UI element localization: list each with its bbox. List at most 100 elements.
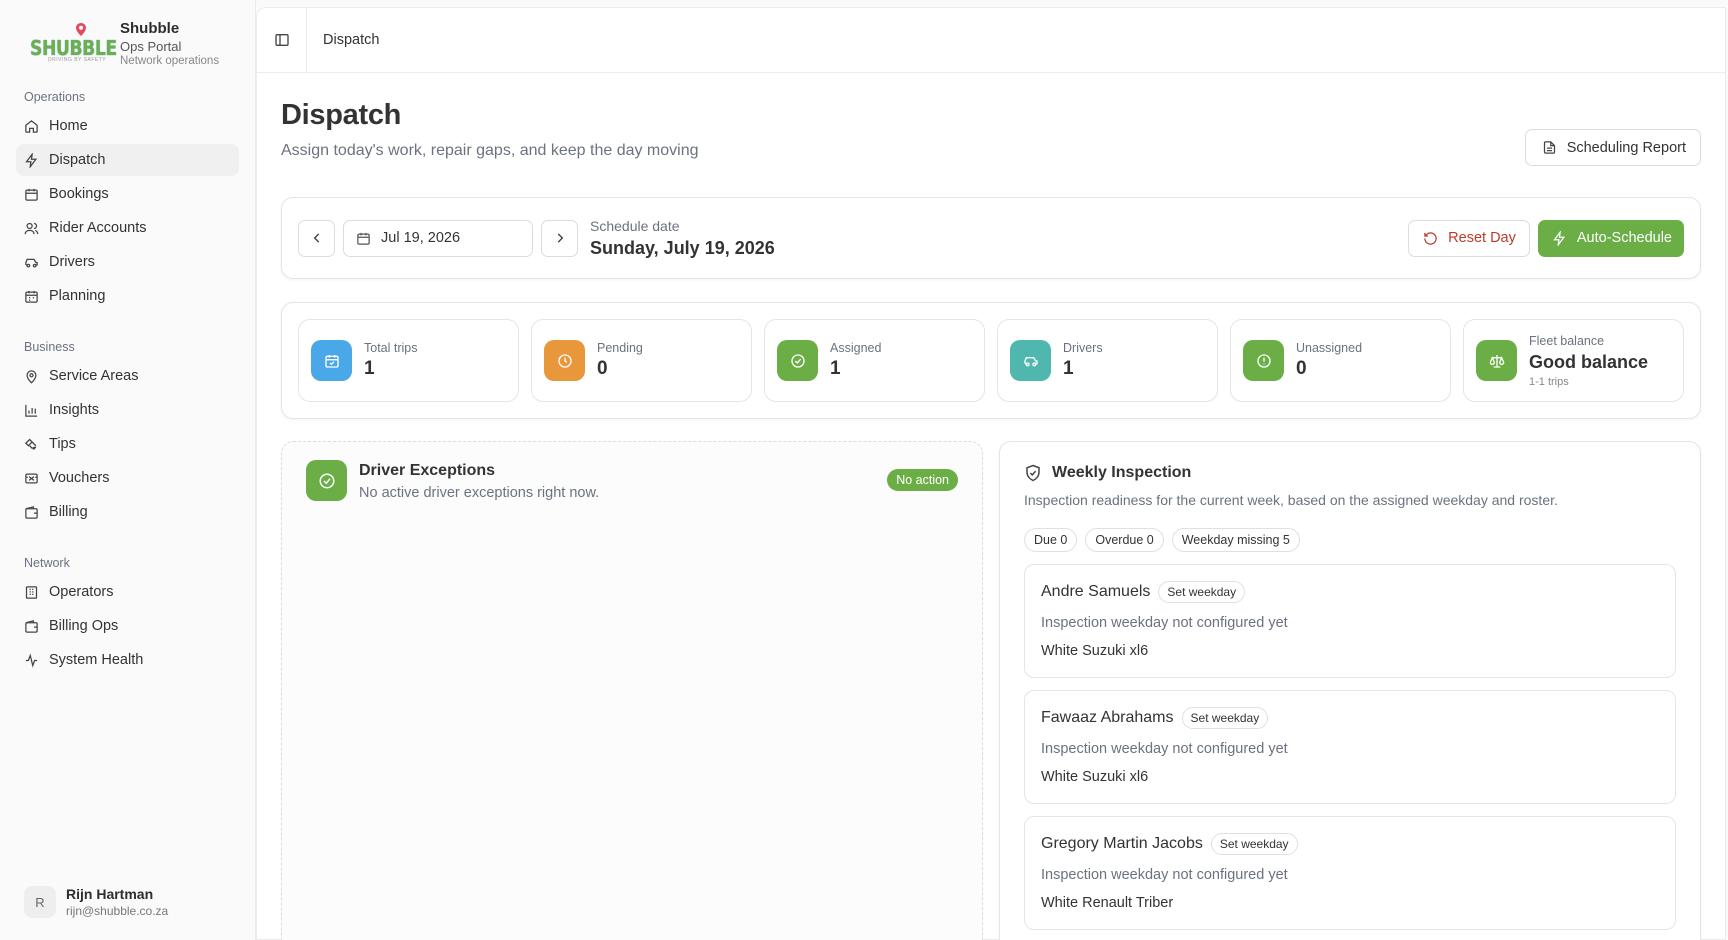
topbar: Dispatch [257,7,1725,73]
sidebar-item-system-health[interactable]: System Health [16,644,239,676]
stat-label: Assigned [830,341,882,355]
stats-panel: Total trips 1 Pending 0 Assigned 1 Drive… [281,302,1701,419]
sidebar-item-insights[interactable]: Insights [16,394,239,426]
vehicle-name: White Renault Triber [1041,895,1174,911]
chevron-right-icon [557,233,563,243]
user-email: rijn@shubble.co.za [66,904,169,918]
sidebar-item-label: Rider Accounts [49,220,147,236]
user-name: Rijn Hartman [66,886,154,902]
sidebar-item-operators[interactable]: Operators [16,576,239,608]
logo-tagline: DRIVING BY SAFETY [48,57,107,63]
sidebar-item-label: System Health [49,652,144,668]
page-title: Dispatch [281,99,402,131]
auto-schedule-button[interactable]: Auto-Schedule [1537,219,1684,257]
scheduling-report-button[interactable]: Scheduling Report [1524,129,1701,166]
exceptions-subtitle: No active driver exceptions right now. [359,485,600,501]
stat-value: 0 [597,358,608,379]
nav-group-title: Network [24,556,70,570]
sidebar: SHUBBLE DRIVING BY SAFETY Shubble Ops Po… [0,0,256,940]
sidebar-item-drivers[interactable]: Drivers [16,246,239,278]
chevron-left-icon [313,233,319,243]
avatar: R [24,886,56,918]
stat-icon-badge [1010,340,1051,381]
sidebar-item-label: Vouchers [49,470,110,486]
sidebar-item-vouchers[interactable]: Vouchers [16,462,239,494]
next-day-button[interactable] [541,219,578,257]
sidebar-toggle-button[interactable] [257,7,307,73]
alert-circle-icon [1256,353,1271,368]
stat-label: Unassigned [1296,341,1363,355]
stat-pending: Pending 0 [531,319,752,402]
stat-total-trips: Total trips 1 [298,319,519,402]
set-weekday-chip[interactable]: Set weekday [1158,581,1246,603]
sidebar-item-billing[interactable]: Billing [16,496,239,528]
ticket-icon [25,473,38,483]
sidebar-item-service-areas[interactable]: Service Areas [16,360,239,392]
user-profile[interactable]: R Rijn Hartman rijn@shubble.co.za [24,886,168,918]
previous-day-button[interactable] [298,219,335,257]
users-icon [24,222,39,234]
page-subtitle: Assign today's work, repair gaps, and ke… [281,142,699,159]
reset-day-label: Reset Day [1448,230,1516,246]
sidebar-item-billing-ops[interactable]: Billing Ops [16,610,239,642]
sidebar-item-rider-accounts[interactable]: Rider Accounts [16,212,239,244]
stat-fleet-balance: Fleet balance Good balance 1-1 trips [1463,319,1684,402]
set-weekday-chip[interactable]: Set weekday [1181,707,1269,729]
page-content: Dispatch Assign today's work, repair gap… [281,73,1701,940]
nav-group-title: Business [24,340,75,354]
bar-chart-icon [25,404,38,417]
date-picker-input[interactable]: Jul 19, 2026 [343,219,533,257]
auto-schedule-label: Auto-Schedule [1576,230,1672,246]
building-icon [25,585,38,599]
nav-group-title: Operations [24,90,86,104]
driver-inspection-item[interactable]: Andre Samuels Set weekday Inspection wee… [1024,564,1676,678]
home-icon [25,119,38,133]
check-circle-icon [319,473,334,488]
driver-inspection-item[interactable]: Gregory Martin Jacobs Set weekday Inspec… [1024,816,1676,930]
stat-icon-badge [544,340,585,381]
schedule-date-bar: Jul 19, 2026 Schedule date Sunday, July … [281,197,1701,279]
driver-inspection-item[interactable]: Fawaaz Abrahams Set weekday Inspection w… [1024,690,1676,804]
driver-exceptions-panel: Driver Exceptions No active driver excep… [281,441,983,940]
nav-group-operations: Operations Home Dispatch Bookings Rider … [16,86,239,312]
sidebar-item-label: Bookings [49,186,109,202]
brand[interactable]: SHUBBLE DRIVING BY SAFETY Shubble Ops Po… [16,0,239,86]
file-text-icon [1543,141,1555,154]
brand-name: Shubble [120,19,180,37]
shubble-logo: SHUBBLE DRIVING BY SAFETY [30,21,117,65]
check-circle-icon [790,353,805,368]
stat-drivers: Drivers 1 [997,319,1218,402]
sidebar-item-label: Tips [49,436,76,452]
stat-icon-badge [777,340,818,381]
chip-weekday-missing: Weekday missing 5 [1171,528,1300,552]
stat-value: 1 [364,358,375,379]
inspection-note: Inspection weekday not configured yet [1041,741,1288,757]
stat-value: 1 [1063,358,1074,379]
sidebar-item-label: Home [49,118,88,134]
nav-group-network: Network Operators Billing Ops System Hea… [16,552,239,676]
stat-label: Pending [597,341,643,355]
calendar-icon [357,232,370,245]
calendar-check-icon [324,354,339,368]
stat-icon-badge [311,340,352,381]
map-pin-logo-icon [76,23,86,36]
sidebar-item-tips[interactable]: Tips [16,428,239,460]
wallet-icon [25,505,38,519]
brand-subtitle: Network operations [120,54,220,67]
stat-unassigned: Unassigned 0 [1230,319,1451,402]
nav-group-business: Business Service Areas Insights Tips Vou… [16,336,239,528]
reset-day-button[interactable]: Reset Day [1408,219,1530,257]
chip-due: Due 0 [1024,528,1078,552]
sidebar-item-bookings[interactable]: Bookings [16,178,239,210]
main-panel: Dispatch Dispatch Assign today's work, r… [256,7,1726,940]
rotate-ccw-icon [1424,231,1437,245]
stat-label: Fleet balance [1529,333,1605,348]
sidebar-item-home[interactable]: Home [16,110,239,142]
sidebar-item-dispatch[interactable]: Dispatch [16,144,239,176]
sidebar-item-label: Drivers [49,254,95,270]
set-weekday-chip[interactable]: Set weekday [1210,833,1298,855]
exceptions-title: Driver Exceptions [359,462,496,479]
stat-subtext: 1-1 trips [1529,375,1569,388]
tip-icon [24,438,37,450]
sidebar-item-planning[interactable]: Planning [16,280,239,312]
